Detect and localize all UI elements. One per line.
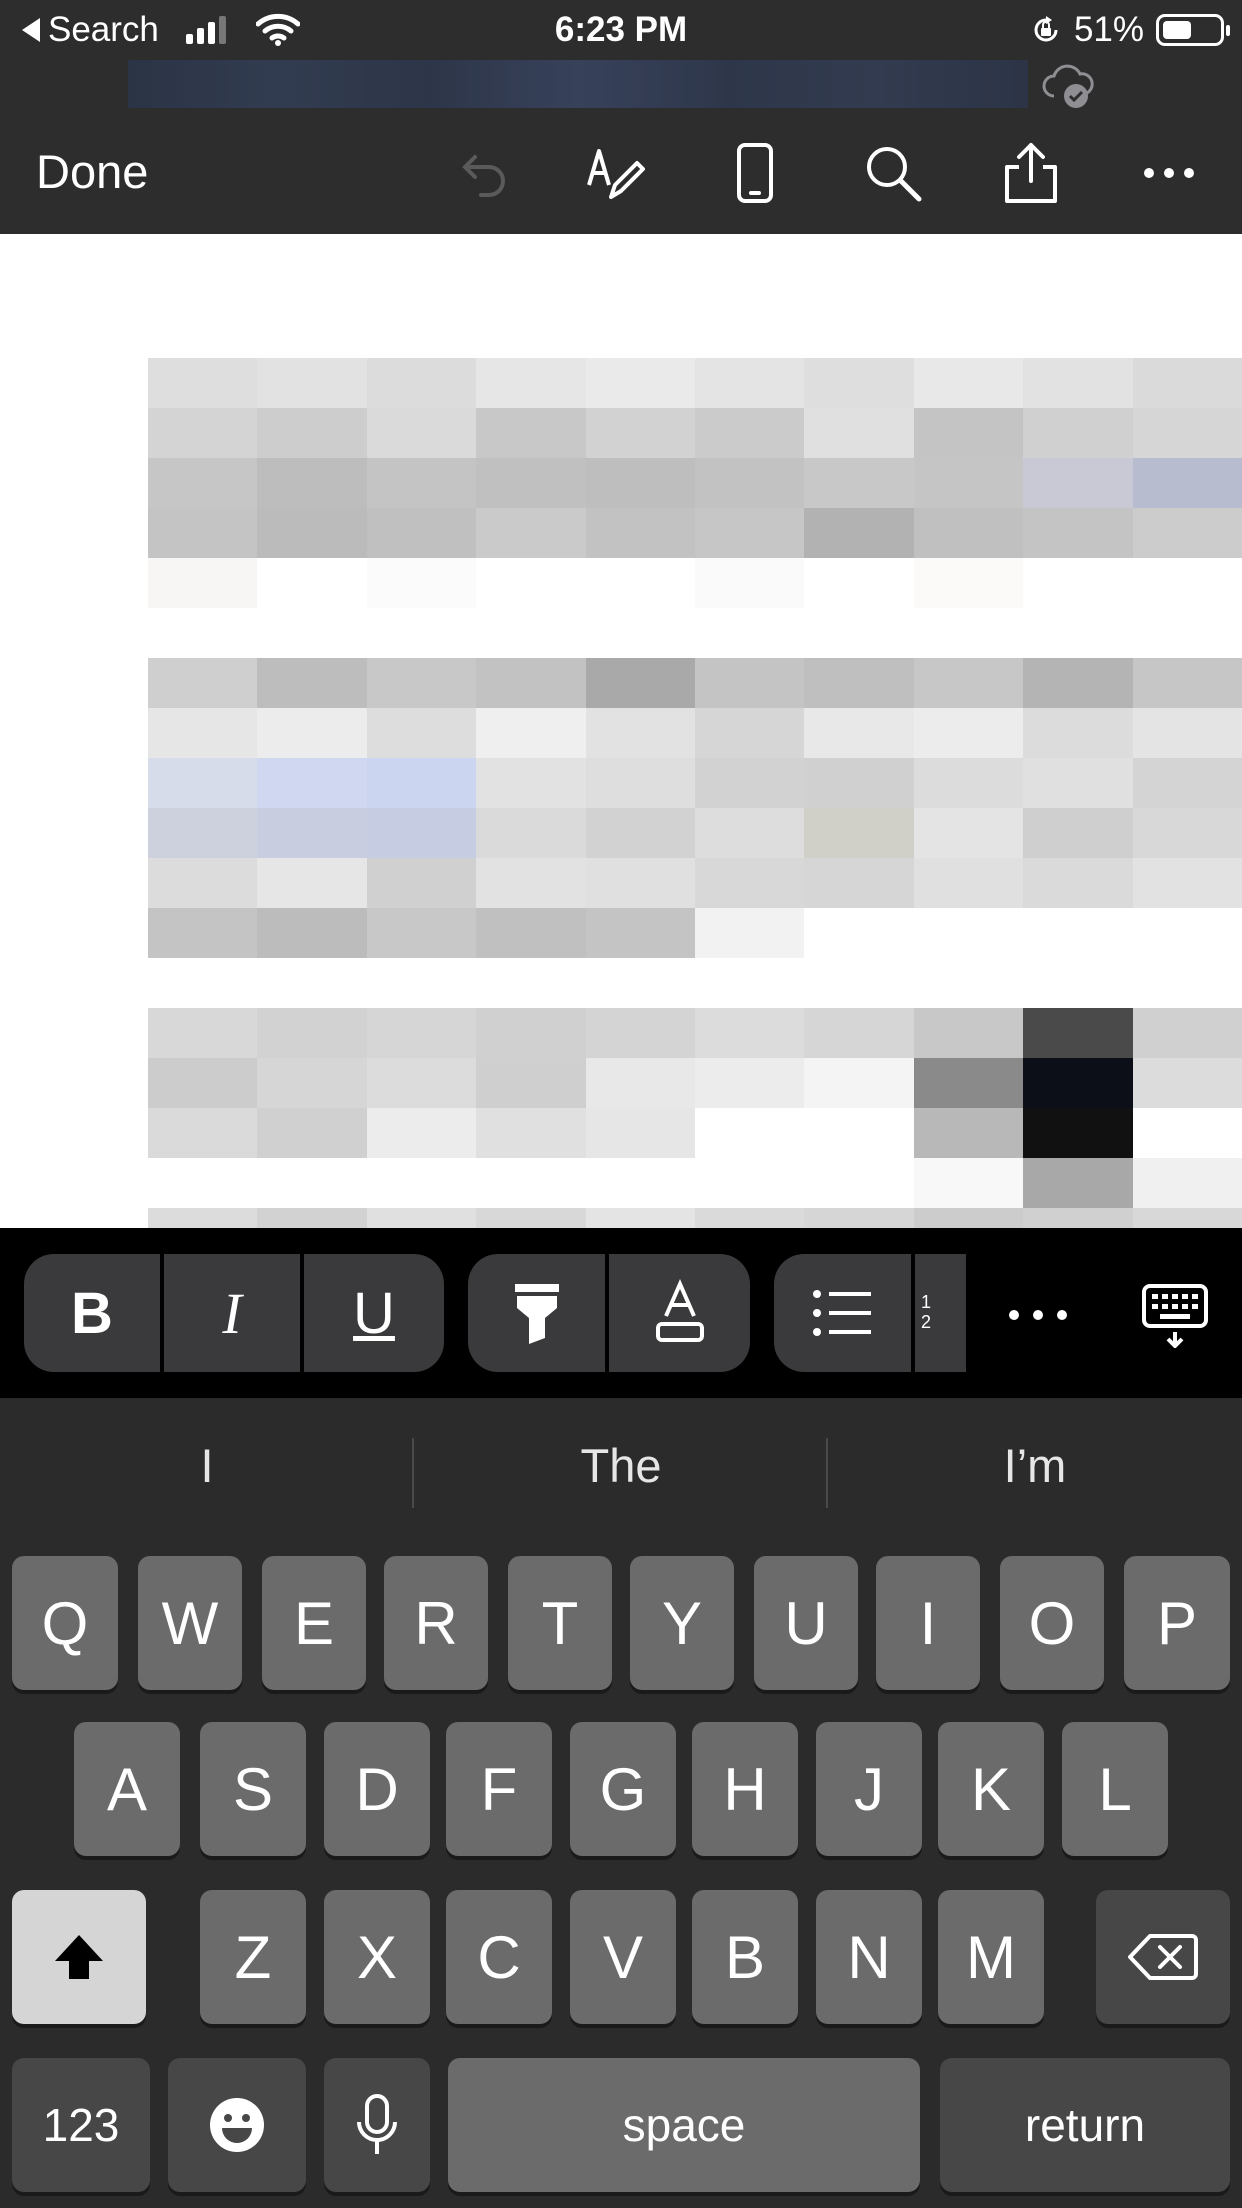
suggestion-1[interactable]: I bbox=[0, 1438, 414, 1493]
emoji-key[interactable] bbox=[168, 2058, 306, 2192]
key-m[interactable]: M bbox=[938, 1890, 1044, 2024]
key-h[interactable]: H bbox=[692, 1722, 798, 1856]
list-group: 12 bbox=[774, 1254, 966, 1372]
key-x[interactable]: X bbox=[324, 1890, 430, 2024]
key-b[interactable]: B bbox=[692, 1890, 798, 2024]
top-toolbar: Done bbox=[0, 110, 1242, 234]
document-canvas[interactable] bbox=[0, 234, 1242, 1228]
svg-text:2: 2 bbox=[921, 1312, 931, 1332]
key-l[interactable]: L bbox=[1062, 1722, 1168, 1856]
highlighter-icon[interactable] bbox=[468, 1254, 609, 1372]
more-icon[interactable] bbox=[1134, 138, 1204, 208]
key-z[interactable]: Z bbox=[200, 1890, 306, 2024]
key-w[interactable]: W bbox=[138, 1556, 242, 1690]
keyboard: I The I’m Q W E R T Y U I O P A S D F G … bbox=[0, 1398, 1242, 2208]
key-c[interactable]: C bbox=[446, 1890, 552, 2024]
redacted-paragraph bbox=[148, 358, 1242, 608]
emoji-icon bbox=[210, 2098, 264, 2152]
key-o[interactable]: O bbox=[1000, 1556, 1104, 1690]
key-u[interactable]: U bbox=[754, 1556, 858, 1690]
key-q[interactable]: Q bbox=[12, 1556, 118, 1690]
numbered-list-icon[interactable]: 12 bbox=[915, 1254, 966, 1372]
shift-key[interactable] bbox=[12, 1890, 146, 2024]
key-g[interactable]: G bbox=[570, 1722, 676, 1856]
bullet-list-icon[interactable] bbox=[774, 1254, 915, 1372]
space-key[interactable]: space bbox=[448, 2058, 920, 2192]
backspace-icon bbox=[1128, 1934, 1198, 1980]
search-icon[interactable] bbox=[858, 138, 928, 208]
draw-pen-icon[interactable] bbox=[582, 138, 652, 208]
done-button[interactable]: Done bbox=[36, 144, 148, 199]
more-format-icon[interactable] bbox=[1000, 1300, 1076, 1330]
key-f[interactable]: F bbox=[446, 1722, 552, 1856]
suggestion-3[interactable]: I’m bbox=[828, 1438, 1242, 1493]
mobile-view-icon[interactable] bbox=[720, 138, 790, 208]
cloud-saved-icon[interactable] bbox=[1040, 60, 1096, 110]
document-title-redacted[interactable] bbox=[128, 60, 1028, 108]
key-r[interactable]: R bbox=[384, 1556, 488, 1690]
underline-button[interactable]: U bbox=[304, 1254, 444, 1372]
battery-icon bbox=[1156, 14, 1230, 46]
text-style-group: B I U bbox=[24, 1254, 444, 1372]
delete-key[interactable] bbox=[1096, 1890, 1230, 2024]
key-n[interactable]: N bbox=[816, 1890, 922, 2024]
document-title-row bbox=[0, 58, 1242, 110]
key-t[interactable]: T bbox=[508, 1556, 612, 1690]
undo-icon[interactable] bbox=[446, 138, 516, 208]
return-key[interactable]: return bbox=[940, 2058, 1230, 2192]
bold-button[interactable]: B bbox=[24, 1254, 164, 1372]
key-e[interactable]: E bbox=[262, 1556, 366, 1690]
svg-text:1: 1 bbox=[921, 1292, 931, 1312]
status-bar: Search 6:23 PM 51% bbox=[0, 0, 1242, 58]
key-p[interactable]: P bbox=[1124, 1556, 1230, 1690]
numbers-key[interactable]: 123 bbox=[12, 2058, 150, 2192]
key-j[interactable]: J bbox=[816, 1722, 922, 1856]
dictation-key[interactable] bbox=[324, 2058, 430, 2192]
battery-percent: 51% bbox=[1073, 10, 1144, 49]
redacted-paragraph bbox=[148, 1008, 1242, 1228]
predictive-suggestions: I The I’m bbox=[0, 1398, 1242, 1546]
keyboard-dismiss-icon[interactable] bbox=[1140, 1282, 1210, 1348]
share-icon[interactable] bbox=[996, 138, 1066, 208]
microphone-icon bbox=[357, 2094, 397, 2154]
status-right: 51% bbox=[1030, 10, 1230, 50]
key-i[interactable]: I bbox=[876, 1556, 980, 1690]
shift-arrow-icon bbox=[55, 1935, 103, 1979]
key-s[interactable]: S bbox=[200, 1722, 306, 1856]
suggestion-2[interactable]: The bbox=[414, 1438, 828, 1493]
key-a[interactable]: A bbox=[74, 1722, 180, 1856]
redacted-paragraph bbox=[148, 658, 1242, 958]
italic-button[interactable]: I bbox=[164, 1254, 304, 1372]
key-y[interactable]: Y bbox=[630, 1556, 734, 1690]
orientation-lock-icon bbox=[1034, 16, 1058, 42]
key-v[interactable]: V bbox=[570, 1890, 676, 2024]
color-group bbox=[468, 1254, 750, 1372]
key-d[interactable]: D bbox=[324, 1722, 430, 1856]
font-color-icon[interactable] bbox=[609, 1254, 750, 1372]
key-k[interactable]: K bbox=[938, 1722, 1044, 1856]
